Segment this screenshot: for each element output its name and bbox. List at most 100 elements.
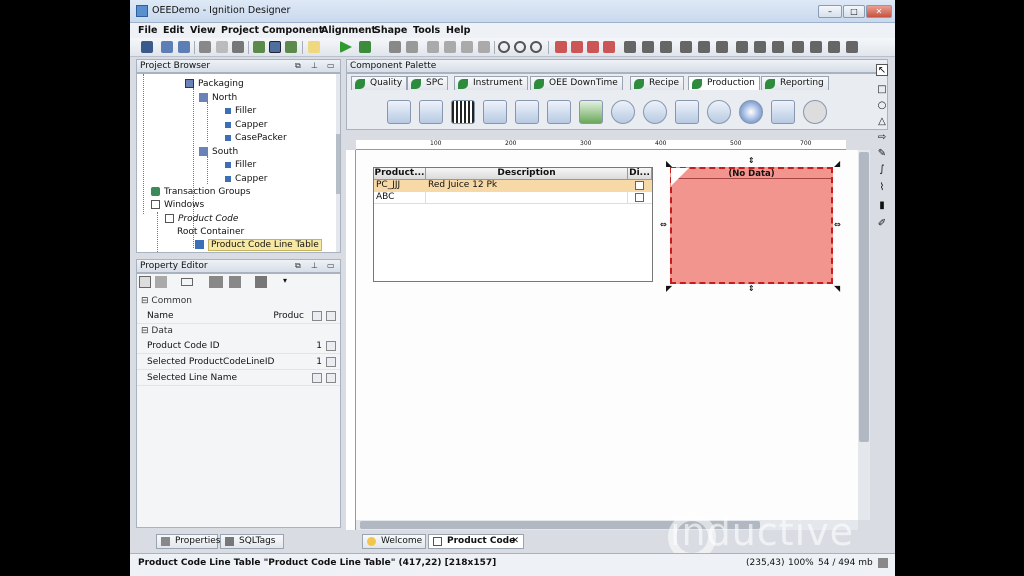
space-v-icon[interactable] [772, 41, 784, 53]
section-data[interactable]: ⊟ Data [137, 326, 340, 338]
gc-icon[interactable] [878, 558, 888, 568]
selected-chart-component[interactable]: (No Data) [670, 167, 833, 284]
center-icon[interactable] [792, 41, 804, 53]
menu-shape[interactable]: Shape [374, 25, 407, 36]
binding-icon[interactable] [209, 276, 223, 288]
categorized-icon[interactable] [139, 276, 151, 288]
design-mode-icon[interactable] [269, 41, 281, 53]
column-header-description[interactable]: Description [426, 168, 628, 180]
zoom-out-icon[interactable] [514, 41, 526, 53]
tab-welcome[interactable]: Welcome [362, 534, 426, 549]
schedule-component-icon[interactable] [547, 100, 571, 124]
resize-handle[interactable]: ⇔ [834, 220, 841, 229]
align-icon[interactable] [427, 41, 439, 53]
globe-component-icon[interactable] [739, 100, 763, 124]
table-checkbox[interactable] [635, 181, 644, 190]
resize-handle[interactable]: ◤ [666, 284, 672, 293]
scrollbar-thumb[interactable] [336, 134, 340, 194]
tree-node-root-container[interactable]: Root Container [177, 226, 244, 239]
copy-icon[interactable] [216, 41, 228, 53]
wand-icon[interactable] [478, 41, 490, 53]
property-name[interactable]: Name Produc [137, 309, 340, 324]
close-panel-icon[interactable]: ▭ [327, 261, 335, 270]
tree-node-filler[interactable]: Filler [225, 159, 256, 172]
menu-project[interactable]: Project [221, 25, 259, 36]
tree-node-capper[interactable]: Capper [225, 119, 267, 132]
tab-spc[interactable]: SPC [407, 76, 449, 90]
tree-node-north[interactable]: North [199, 92, 237, 105]
tab-instrument[interactable]: Instrument [454, 76, 528, 90]
paste-icon[interactable] [232, 41, 244, 53]
line-icon[interactable]: ∫ [876, 164, 888, 176]
tab-quality[interactable]: Quality [351, 76, 408, 90]
distribute-icon[interactable] [624, 41, 636, 53]
menu-help[interactable]: Help [446, 25, 470, 36]
eyedropper-icon[interactable]: ✐ [876, 218, 888, 230]
preview-icon[interactable] [359, 41, 371, 53]
path-icon[interactable]: ⌇ [876, 182, 888, 194]
tree-node-packaging[interactable]: Packaging [185, 78, 244, 91]
script-icon[interactable] [229, 276, 241, 288]
tree-node-windows[interactable]: Windows [151, 199, 204, 212]
maximize-button[interactable]: □ [843, 5, 865, 18]
table-row[interactable]: PC_JJJ Red Juice 12 Pk [374, 180, 652, 192]
distribute-v-icon[interactable] [660, 41, 672, 53]
pin-icon[interactable]: ⊥ [311, 261, 318, 270]
menu-alignment[interactable]: Alignment [321, 25, 376, 36]
save-icon[interactable] [141, 41, 153, 53]
resize-handle[interactable]: ⇔ [660, 220, 667, 229]
bind-icon[interactable] [326, 311, 336, 321]
gear-component-icon[interactable] [611, 100, 635, 124]
close-panel-icon[interactable]: ▭ [327, 61, 335, 70]
sort-icon[interactable] [155, 276, 167, 288]
size-height-icon[interactable] [716, 41, 728, 53]
zoom-fit-icon[interactable] [530, 41, 542, 53]
property-selected-line-name[interactable]: Selected Line Name [137, 371, 340, 386]
refresh-icon[interactable] [389, 41, 401, 53]
group-icon[interactable] [444, 41, 456, 53]
arrow-icon[interactable]: ⇨ [876, 132, 888, 144]
refresh-component-icon[interactable] [579, 100, 603, 124]
cut-icon[interactable] [199, 41, 211, 53]
table-row[interactable]: ABC [374, 192, 652, 204]
scrollbar-thumb[interactable] [859, 152, 869, 442]
property-product-code-id[interactable]: Product Code ID 1 [137, 339, 340, 354]
tree-node-product-code[interactable]: Product Code [165, 213, 238, 226]
edit-icon[interactable] [312, 373, 322, 383]
resize-handle[interactable]: ◢ [834, 159, 840, 168]
design-canvas[interactable]: Product... Description Di... PC_JJJ Red … [356, 150, 858, 520]
polygon-icon[interactable]: △ [876, 116, 888, 128]
tree-node-product-code-line-table[interactable]: Product Code Line Table [195, 239, 322, 252]
ellipse-icon[interactable]: ○ [876, 100, 888, 112]
menu-view[interactable]: View [190, 25, 216, 36]
analysis-selector-component-icon[interactable] [419, 100, 443, 124]
pencil-icon[interactable]: ✎ [876, 148, 888, 160]
zoom-in-icon[interactable] [498, 41, 510, 53]
play-icon[interactable] [340, 41, 352, 53]
tree-node-capper[interactable]: Capper [225, 173, 267, 186]
calendar-component-icon[interactable] [771, 100, 795, 124]
size-width-icon[interactable] [698, 41, 710, 53]
mode-component-icon[interactable] [675, 100, 699, 124]
minimize-button[interactable]: – [818, 5, 842, 18]
close-tab-icon[interactable]: ✕ [511, 536, 519, 546]
product-code-line-table[interactable]: Product... Description Di... PC_JJJ Red … [373, 167, 653, 282]
section-common[interactable]: ⊟ Common [137, 296, 340, 308]
resize-handle[interactable]: ⇕ [748, 156, 755, 165]
layout-icon[interactable] [253, 41, 265, 53]
tab-sqltags[interactable]: SQLTags [220, 534, 284, 549]
float-icon[interactable]: ⧉ [295, 261, 301, 271]
pointer-icon[interactable]: ↖ [876, 64, 888, 76]
tree-node-south[interactable]: South [199, 146, 238, 159]
menu-component[interactable]: Component [262, 25, 323, 36]
space-h-icon[interactable] [754, 41, 766, 53]
settings-component-icon[interactable] [707, 100, 731, 124]
tree-node-casepacker[interactable]: CasePacker [225, 132, 287, 145]
close-button[interactable]: ✕ [866, 5, 892, 18]
ungroup-icon[interactable] [461, 41, 473, 53]
resize-handle[interactable]: ◣ [666, 159, 672, 168]
publish-icon[interactable] [161, 41, 173, 53]
barcode-component-icon[interactable] [451, 100, 475, 124]
rectangle-icon[interactable]: □ [876, 84, 888, 96]
line-table-component-icon[interactable] [515, 100, 539, 124]
